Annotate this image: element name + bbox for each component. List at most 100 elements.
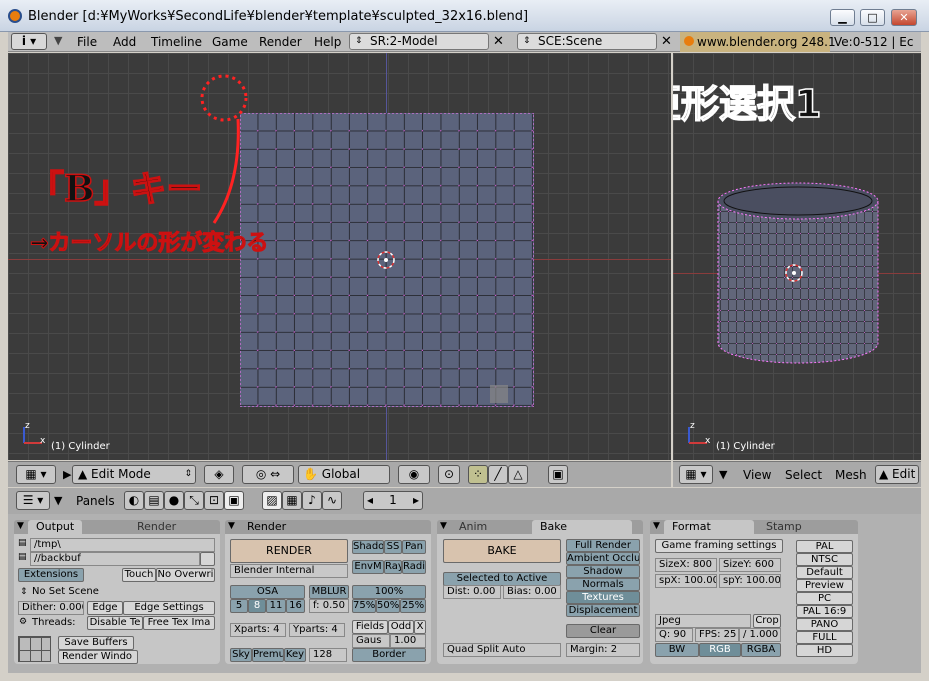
osa-5[interactable]: 5: [230, 599, 248, 613]
disable-tex-toggle[interactable]: Disable Te: [87, 616, 143, 630]
edge-select-icon[interactable]: ╱: [488, 465, 508, 484]
menu-mesh[interactable]: Mesh: [835, 468, 867, 482]
maximize-button[interactable]: □: [860, 9, 885, 26]
folder-icon[interactable]: ▤: [18, 538, 27, 548]
mode-selector[interactable]: ▲ Edit: [875, 465, 919, 484]
edge-toggle[interactable]: Edge: [87, 601, 123, 615]
draw-type-icon[interactable]: ◈: [204, 465, 234, 484]
viewport-right[interactable]: 矩形選択1 z x (1) Cylinder: [673, 53, 921, 460]
delete-scene-button[interactable]: ✕: [658, 33, 675, 50]
bake-mode-full-render[interactable]: Full Render: [566, 539, 640, 552]
object-context-icon[interactable]: ⤡: [184, 491, 204, 510]
xparts-field[interactable]: Xparts: 4: [230, 623, 286, 637]
free-tex-toggle[interactable]: Free Tex Ima: [143, 616, 215, 630]
panel-collapse-icon[interactable]: ▼: [440, 521, 447, 531]
frame-field[interactable]: ◂ 1 ▸: [363, 491, 423, 510]
odd-toggle[interactable]: Odd: [388, 620, 414, 634]
tab-format[interactable]: Format: [664, 520, 754, 534]
tab-anim[interactable]: Anim: [451, 520, 495, 534]
save-buffers-toggle[interactable]: Save Buffers: [58, 636, 134, 650]
sky-toggle[interactable]: Sky: [230, 648, 252, 662]
frame-prev-icon[interactable]: ◂: [367, 492, 373, 509]
extensions-toggle[interactable]: Extensions: [18, 568, 84, 582]
tab-output[interactable]: Output: [28, 520, 83, 534]
filter-size-field[interactable]: 1.00: [390, 634, 426, 648]
backbuf-toggle[interactable]: [200, 552, 215, 566]
collapse-menu-icon[interactable]: ▼: [54, 494, 62, 507]
collapse-menu-icon[interactable]: ▼: [719, 468, 727, 481]
mblur-toggle[interactable]: MBLUR: [309, 585, 349, 599]
tab-render-layers[interactable]: Render Layers: [129, 520, 220, 547]
proportional-edit-icon[interactable]: ⊙: [438, 465, 460, 484]
bake-mode-textures[interactable]: Textures: [566, 591, 640, 604]
bake-mode-normals[interactable]: Normals: [566, 578, 640, 591]
preset-pal-16-9[interactable]: PAL 16:9: [796, 605, 853, 618]
bw-toggle[interactable]: BW: [655, 643, 699, 657]
render-window-selector[interactable]: Render Windo: [58, 650, 138, 664]
game-framing-button[interactable]: Game framing settings: [655, 539, 783, 553]
mblur-factor-field[interactable]: f: 0.50: [309, 599, 349, 613]
vertex-select-icon[interactable]: ⁘: [468, 465, 488, 484]
info-window-type-icon[interactable]: i ▾: [11, 33, 47, 50]
preset-pc[interactable]: PC: [796, 592, 853, 605]
menu-help[interactable]: Help: [314, 35, 341, 49]
premul-toggle[interactable]: Premu: [252, 648, 284, 662]
fields-toggle[interactable]: Fields: [352, 620, 388, 634]
rgba-toggle[interactable]: RGBA: [741, 643, 781, 657]
clear-toggle[interactable]: Clear: [566, 624, 640, 638]
collapse-menu-icon[interactable]: ▼: [54, 34, 62, 47]
osa-16[interactable]: 16: [286, 599, 305, 613]
pano-toggle[interactable]: Pan: [402, 540, 426, 554]
file-format-selector[interactable]: Jpeg: [655, 614, 751, 628]
filter-type-selector[interactable]: Gaus: [352, 634, 390, 648]
tab-stamp[interactable]: Stamp: [758, 520, 810, 534]
panel-collapse-icon[interactable]: ▼: [17, 521, 24, 531]
menu-timeline[interactable]: Timeline: [151, 35, 202, 49]
anim-buttons-icon[interactable]: ▦: [282, 491, 302, 510]
fps-field[interactable]: FPS: 25: [695, 628, 739, 642]
osa-8[interactable]: 8: [248, 599, 266, 613]
preset-ntsc[interactable]: NTSC: [796, 553, 853, 566]
preset-pal[interactable]: PAL: [796, 540, 853, 553]
crop-toggle[interactable]: Crop: [753, 614, 781, 628]
bake-dist-field[interactable]: Dist: 0.00: [443, 585, 501, 599]
aspect-y-field[interactable]: spY: 100.00: [719, 574, 781, 588]
screen-selector[interactable]: SR:2-Model: [349, 33, 489, 50]
bake-button[interactable]: BAKE: [443, 539, 561, 563]
delete-screen-button[interactable]: ✕: [490, 33, 507, 50]
viewport-left[interactable]: 「B」キー →カーソルの形が変わる z x (1) Cylinder: [8, 53, 671, 460]
world-buttons-icon[interactable]: ∿: [322, 491, 342, 510]
menu-game[interactable]: Game: [212, 35, 248, 49]
envmap-toggle[interactable]: EnvM: [352, 560, 384, 574]
shading-context-icon[interactable]: ●: [164, 491, 184, 510]
backbuf-path-field[interactable]: //backbuf: [30, 552, 200, 566]
size-x-field[interactable]: SizeX: 800: [655, 558, 717, 572]
fps-base-field[interactable]: / 1.000: [739, 628, 781, 642]
output-path-field[interactable]: /tmp\: [30, 538, 215, 552]
menu-select[interactable]: Select: [785, 468, 822, 482]
margin-field[interactable]: Margin: 2: [566, 643, 640, 657]
preset-default[interactable]: Default: [796, 566, 853, 579]
script-context-icon[interactable]: ▤: [144, 491, 164, 510]
size-percent-25[interactable]: 25%: [400, 599, 426, 613]
preset-hd[interactable]: HD: [796, 644, 853, 657]
bake-bias-field[interactable]: Bias: 0.00: [503, 585, 561, 599]
editing-context-icon[interactable]: ⊡: [204, 491, 224, 510]
editor-type-grid-icon[interactable]: ▦ ▾: [679, 465, 713, 484]
tab-bake[interactable]: Bake: [532, 520, 632, 534]
render-engine-selector[interactable]: Blender Internal: [230, 564, 348, 578]
logic-context-icon[interactable]: ◐: [124, 491, 144, 510]
osa-toggle[interactable]: OSA: [230, 585, 305, 599]
preset-preview[interactable]: Preview: [796, 579, 853, 592]
scene-link-icon[interactable]: ⇕: [20, 587, 28, 597]
menu-expand-arrow-icon[interactable]: ▶: [63, 468, 71, 481]
face-select-icon[interactable]: △: [508, 465, 528, 484]
pivot-icon[interactable]: ◎ ⇔: [242, 465, 294, 484]
selected-to-active-toggle[interactable]: Selected to Active: [443, 572, 561, 586]
bake-mode-ambient-occlusion[interactable]: Ambient Occlus: [566, 552, 640, 565]
editor-type-icon[interactable]: ☰ ▾: [16, 491, 50, 510]
dispview-icon[interactable]: [18, 636, 51, 662]
size-y-field[interactable]: SizeY: 600: [719, 558, 781, 572]
sound-buttons-icon[interactable]: ♪: [302, 491, 322, 510]
ray-toggle[interactable]: Ray: [384, 560, 402, 574]
